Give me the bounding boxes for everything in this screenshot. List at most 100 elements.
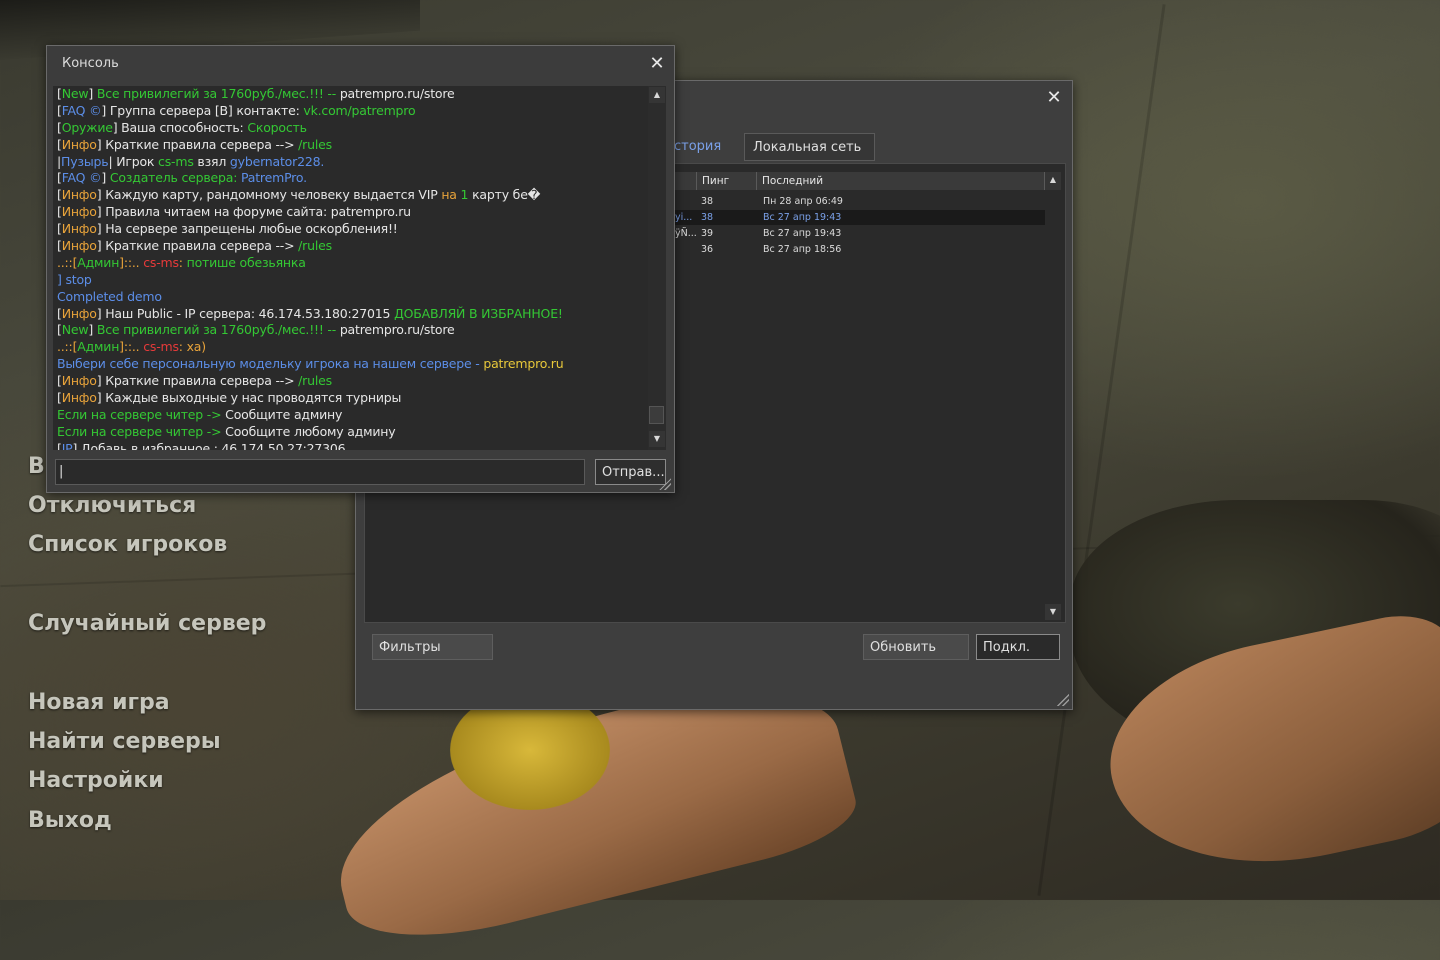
console-command-input[interactable]: | bbox=[55, 459, 585, 485]
console-log-line: [New] Все привилегий за 1760руб./мес.!!!… bbox=[57, 86, 651, 103]
console-log-segment: потише обезьянка bbox=[186, 254, 306, 270]
console-log-segment: gybernator228. bbox=[229, 153, 325, 169]
console-log-line: Если на сервере читер -> Сообщите админу bbox=[57, 407, 651, 424]
console-log-segment: взял bbox=[193, 153, 230, 169]
console-log-segment: /rules bbox=[298, 238, 332, 254]
console-log-segment: ДОБАВЛЯЙ В ИЗБРАННОЕ! bbox=[394, 305, 563, 321]
console-log-segment: Инфо bbox=[61, 204, 97, 220]
server-ping: 36 bbox=[701, 244, 714, 255]
console-log-segment: ] Каждую карту, рандомному человеку выда… bbox=[96, 187, 442, 203]
console-log-segment: : bbox=[178, 254, 187, 270]
column-header-ping[interactable]: Пинг bbox=[697, 172, 757, 190]
console-log-segment: vk.com/patrempro bbox=[303, 102, 416, 118]
scroll-thumb[interactable] bbox=[649, 406, 664, 424]
console-log-segment: на bbox=[441, 187, 461, 203]
console-log-segment: Пузырь bbox=[61, 153, 109, 169]
console-log-line: [Инфо] Каждую карту, рандомному человеку… bbox=[57, 187, 651, 204]
console-log-segment: IP bbox=[61, 440, 73, 450]
console-log-segment: ] Добавь в избранное : 46.174.50.27:2730… bbox=[72, 440, 346, 450]
server-name: ÿÑ... bbox=[675, 228, 697, 239]
server-ping: 38 bbox=[701, 212, 714, 223]
console-log-segment: ..::[ bbox=[57, 339, 78, 355]
menu-partial-item[interactable]: В bbox=[28, 454, 45, 479]
scroll-down-icon[interactable]: ▼ bbox=[1045, 604, 1061, 620]
column-header-last[interactable]: Последний bbox=[757, 172, 1045, 190]
console-log-segment: ] bbox=[101, 170, 110, 186]
scroll-down-icon[interactable]: ▼ bbox=[649, 431, 665, 447]
menu-disconnect[interactable]: Отключиться bbox=[28, 493, 196, 518]
menu-find-servers[interactable]: Найти серверы bbox=[28, 729, 221, 754]
close-icon[interactable]: ✕ bbox=[1044, 88, 1064, 108]
console-log-segment: New bbox=[61, 322, 89, 338]
console-log-segment: Оружие bbox=[61, 119, 113, 135]
tab-history[interactable]: стория bbox=[666, 133, 746, 161]
console-log-line: [Оружие] Ваша способность: Скорость bbox=[57, 120, 651, 137]
server-last-played: Вс 27 апр 19:43 bbox=[763, 212, 842, 223]
console-log-line: [Инфо] Краткие правила сервера --> /rule… bbox=[57, 137, 651, 154]
console-log-segment: Админ bbox=[77, 254, 120, 270]
console-log-line: [Инфо] Краткие правила сервера --> /rule… bbox=[57, 373, 651, 390]
console-log-segment: ] Группа сервера [В] контакте: bbox=[101, 102, 304, 118]
menu-settings[interactable]: Настройки bbox=[28, 768, 164, 793]
console-log-segment: Если на сервере читер -> bbox=[57, 423, 226, 439]
console-log: [New] Все привилегий за 1760руб./мес.!!!… bbox=[53, 86, 651, 450]
scroll-up-icon[interactable]: ▲ bbox=[1045, 172, 1061, 190]
menu-exit[interactable]: Выход bbox=[28, 808, 112, 833]
console-log-segment: Инфо bbox=[61, 238, 97, 254]
console-log-segment: Если на сервере читер -> bbox=[57, 406, 226, 422]
console-log-segment: Инфо bbox=[61, 390, 97, 406]
console-log-line: Выбери себе персональную модельку игрока… bbox=[57, 356, 651, 373]
close-icon[interactable]: ✕ bbox=[647, 54, 667, 74]
console-log-segment: FAQ © bbox=[61, 170, 102, 186]
filters-button[interactable]: Фильтры bbox=[372, 634, 493, 660]
player-right-glove bbox=[1070, 500, 1440, 760]
console-log-segment: ] Краткие правила сервера --> bbox=[96, 136, 299, 152]
console-log-segment: ] bbox=[88, 86, 97, 101]
scroll-up-icon[interactable]: ▲ bbox=[649, 87, 665, 103]
console-log-line: Если на сервере читер -> Сообщите любому… bbox=[57, 424, 651, 441]
console-log-line: [Инфо] Наш Public - IP сервера: 46.174.5… bbox=[57, 306, 651, 323]
server-ping: 39 bbox=[701, 228, 714, 239]
console-window: Консоль ✕ [New] Все привилегий за 1760ру… bbox=[46, 45, 675, 493]
console-log-segment: patrempro.ru/store bbox=[339, 322, 455, 338]
console-log-segment: patrempro.ru bbox=[483, 356, 564, 372]
column-header-name[interactable] bbox=[675, 172, 697, 190]
menu-random-server[interactable]: Случайный сервер bbox=[28, 611, 266, 636]
console-title: Консоль bbox=[62, 56, 119, 71]
console-log-line: |Пузырь| Игрок cs-ms взял gybernator228. bbox=[57, 154, 651, 171]
menu-new-game[interactable]: Новая игра bbox=[28, 690, 170, 715]
console-log-segment: : ха) bbox=[178, 339, 206, 355]
console-log-segment: | Игрок bbox=[108, 153, 159, 169]
resize-grip-icon[interactable] bbox=[659, 478, 671, 490]
server-last-played: Пн 28 апр 06:49 bbox=[763, 196, 843, 207]
console-log-line: ..::[Админ]::.. cs-ms: ха) bbox=[57, 339, 651, 356]
send-button[interactable]: Отправ... bbox=[595, 459, 666, 485]
console-log-segment: ] Ваша способность: bbox=[112, 119, 248, 135]
console-log-segment: ] stop bbox=[57, 271, 92, 287]
console-log-segment: FAQ © bbox=[61, 102, 102, 118]
console-log-segment: New bbox=[61, 86, 89, 101]
console-log-segment: Инфо bbox=[61, 305, 97, 321]
console-log-segment: cs-ms bbox=[158, 153, 194, 169]
console-scrollbar[interactable]: ▲ ▼ bbox=[648, 86, 666, 450]
console-log-line: ..::[Админ]::.. cs-ms: потише обезьянка bbox=[57, 255, 651, 272]
menu-player-list[interactable]: Список игроков bbox=[28, 532, 227, 557]
console-log-segment: Инфо bbox=[61, 373, 97, 389]
console-log-segment: Инфо bbox=[61, 187, 97, 203]
refresh-button[interactable]: Обновить bbox=[863, 634, 969, 660]
console-log-segment: ..::[ bbox=[57, 254, 78, 270]
tab-lan[interactable]: Локальная сеть bbox=[744, 133, 875, 161]
server-ping: 38 bbox=[701, 196, 714, 207]
player-right-arm bbox=[1091, 604, 1440, 896]
console-log-line: [Инфо] Правила читаем на форуме сайта: p… bbox=[57, 204, 651, 221]
connect-button[interactable]: Подкл. bbox=[976, 634, 1060, 660]
console-log-line: [FAQ ©] Группа сервера [В] контакте: vk.… bbox=[57, 103, 651, 120]
console-log-segment: Сообщите админу bbox=[225, 406, 343, 422]
console-log-segment: Создатель сервера: bbox=[109, 170, 241, 186]
console-log-segment: cs-ms bbox=[143, 254, 179, 270]
server-last-played: Вс 27 апр 18:56 bbox=[763, 244, 842, 255]
resize-grip-icon[interactable] bbox=[1057, 694, 1069, 706]
console-log-segment: Выбери себе персональную модельку игрока… bbox=[57, 356, 484, 372]
console-log-segment: Скорость bbox=[247, 119, 307, 135]
console-log-segment: patrempro.ru/store bbox=[339, 86, 455, 101]
